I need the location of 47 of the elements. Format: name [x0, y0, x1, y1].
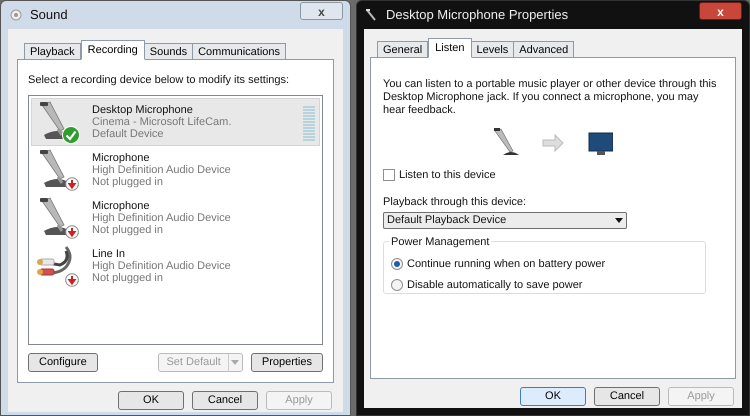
- device-description: Cinema - Microsoft LifeCam.: [92, 116, 232, 128]
- device-status: Default Device: [92, 128, 165, 140]
- field-label: Playback through this device:: [383, 194, 528, 210]
- radio-label: Disable automatically to save power: [407, 278, 582, 292]
- tab[interactable]: Playback: [24, 43, 81, 60]
- tab[interactable]: Listen: [428, 38, 472, 58]
- tab[interactable]: Levels: [470, 41, 514, 58]
- device-item[interactable]: Desktop Microphone Cinema - Microsoft LifeCam. Default Device: [31, 98, 320, 146]
- checkbox[interactable]: [383, 169, 395, 182]
- radio-button[interactable]: [391, 278, 403, 291]
- tab[interactable]: Recording: [80, 40, 145, 60]
- tab[interactable]: Communications: [192, 43, 286, 60]
- device-item[interactable]: Microphone High Definition Audio Device Not plugged in: [31, 146, 320, 194]
- window-title: Sound: [30, 6, 69, 24]
- device-status: Not plugged in: [92, 224, 164, 236]
- radio-label: Continue running when on battery power: [407, 257, 606, 272]
- dialog-button[interactable]: OK: [520, 387, 586, 406]
- device-name: Microphone: [92, 200, 150, 212]
- close-button[interactable]: x: [300, 2, 343, 20]
- device-name: Microphone: [92, 152, 150, 164]
- tab[interactable]: Advanced: [513, 41, 574, 58]
- window-title: Desktop Microphone Properties: [386, 6, 570, 24]
- tab[interactable]: Sounds: [144, 43, 194, 60]
- panel-button[interactable]: Properties: [250, 352, 323, 372]
- description-text: You can listen to a portable music player or other device through this Desktop Microphone jack. If you connect a microphone, you may hear feedback.: [383, 78, 718, 117]
- device-description: High Definition Audio Device: [92, 260, 232, 272]
- device-item[interactable]: Line In High Definition Audio Device Not plugged in: [31, 242, 320, 290]
- close-button[interactable]: x: [699, 2, 742, 20]
- dropdown[interactable]: Default Playback Device: [383, 212, 627, 229]
- group-title: Power Management: [389, 234, 492, 250]
- panel-button[interactable]: Configure: [28, 352, 98, 372]
- device-status: Not plugged in: [92, 272, 164, 284]
- device-name: Desktop Microphone: [92, 104, 194, 116]
- device-status: Not plugged in: [92, 176, 164, 188]
- dialog-button[interactable]: OK: [118, 390, 184, 410]
- dialog-button[interactable]: Cancel: [594, 387, 660, 406]
- device-description: High Definition Audio Device: [92, 164, 232, 176]
- instruction-text: Select a recording device below to modify its settings:: [28, 73, 290, 88]
- radio-button[interactable]: [391, 258, 403, 270]
- checkbox-label: Listen to this device: [399, 168, 496, 183]
- caret-icon: [228, 354, 242, 370]
- dialog-button[interactable]: Cancel: [192, 390, 258, 410]
- caret-icon: [615, 218, 623, 223]
- device-name: Line In: [92, 248, 126, 260]
- tab[interactable]: General: [377, 41, 428, 58]
- device-item[interactable]: Microphone High Definition Audio Device Not plugged in: [31, 194, 320, 242]
- device-description: High Definition Audio Device: [92, 212, 232, 224]
